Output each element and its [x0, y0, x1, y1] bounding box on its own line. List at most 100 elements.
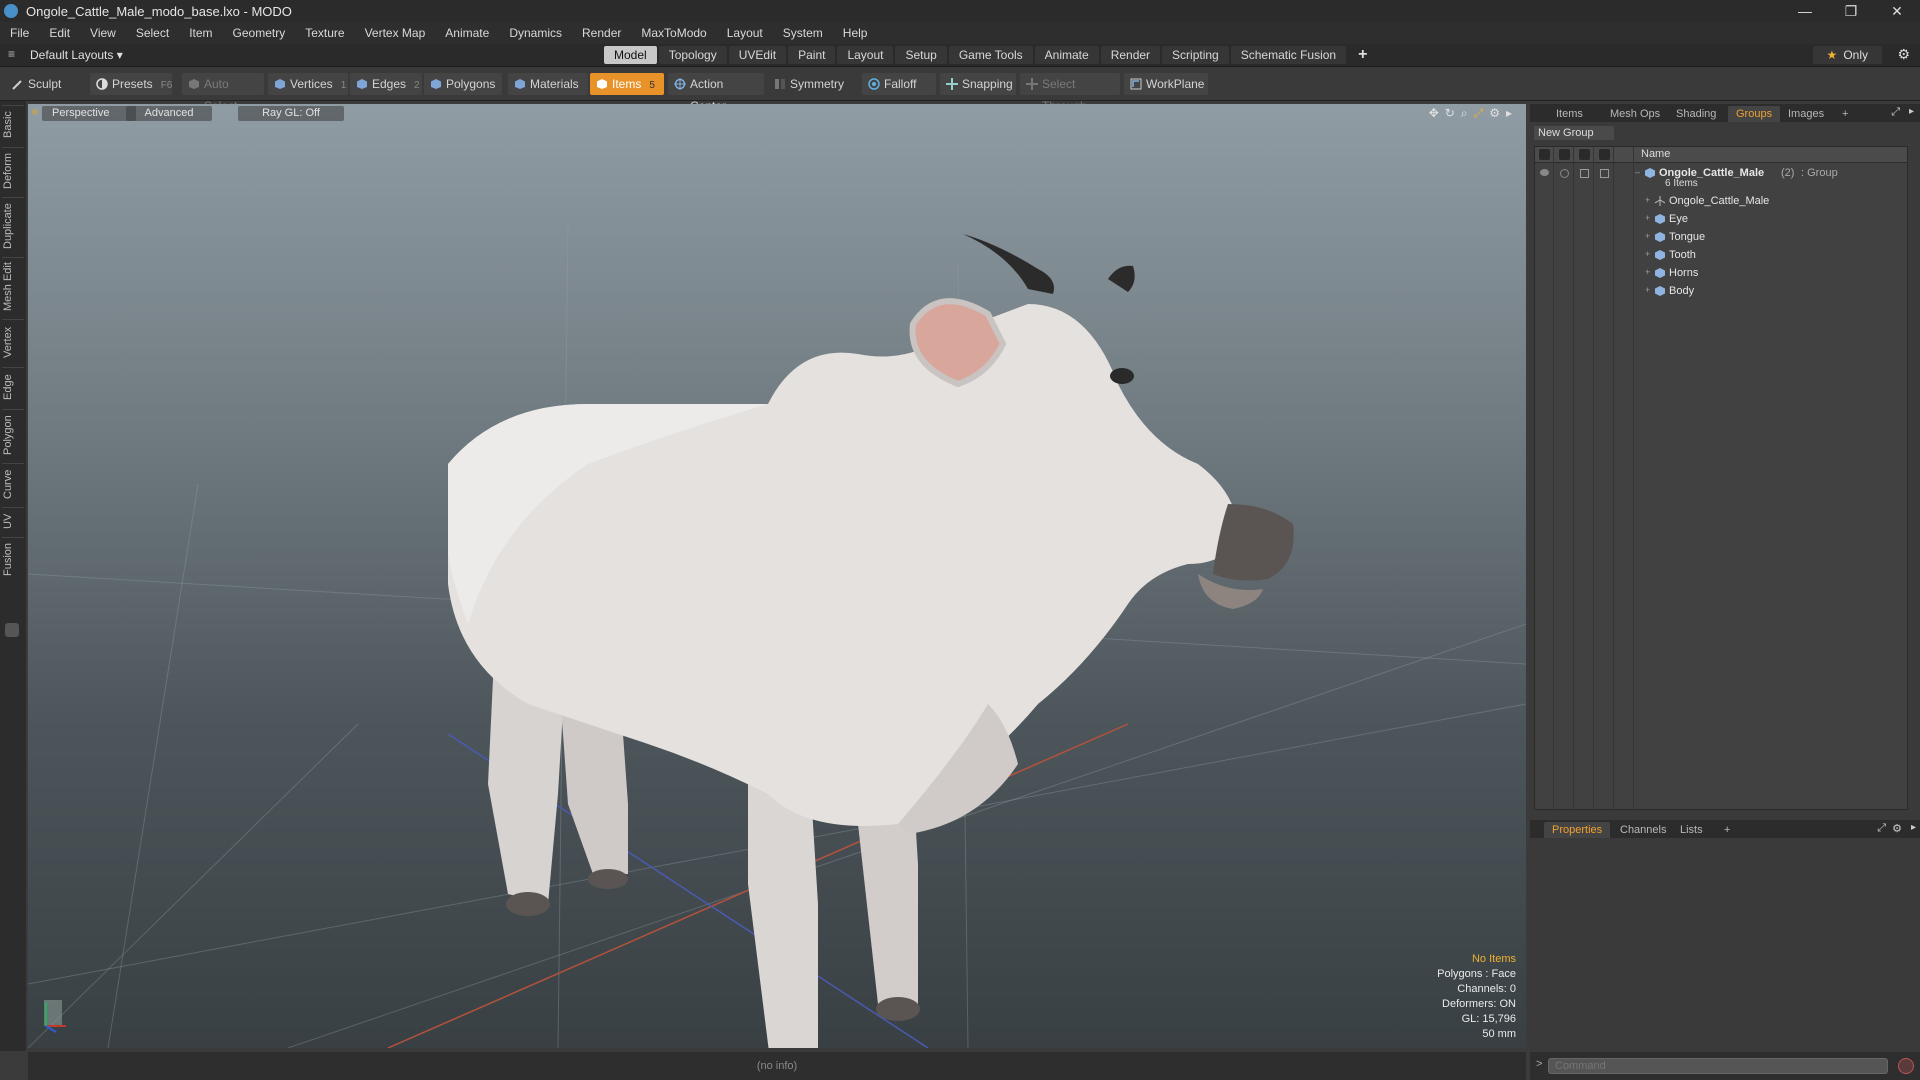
- group-render-icon[interactable]: [1560, 169, 1569, 178]
- close-button[interactable]: ✕: [1874, 0, 1920, 22]
- expand-panel-icon[interactable]: ⤢: [1891, 106, 1900, 119]
- menu-help[interactable]: Help: [833, 22, 878, 44]
- tab-mesh-ops[interactable]: Mesh Ops: [1602, 106, 1668, 122]
- left-panel-toggle-icon[interactable]: [5, 623, 19, 637]
- view-menu-arrow-icon[interactable]: ▸: [1506, 106, 1512, 121]
- tab-game-tools[interactable]: Game Tools: [948, 46, 1033, 64]
- sculpt-button[interactable]: Sculpt: [6, 73, 86, 95]
- vtab-edge[interactable]: Edge: [2, 367, 24, 406]
- tree-expand-icon[interactable]: +: [1645, 213, 1650, 223]
- presets-button[interactable]: Presets F6: [90, 73, 172, 95]
- tree-item-row[interactable]: + Horns: [1535, 265, 1907, 283]
- tab-channels[interactable]: Channels: [1612, 822, 1674, 838]
- tab-properties[interactable]: Properties: [1544, 822, 1611, 838]
- materials-button[interactable]: Materials: [508, 73, 588, 95]
- add-tab-button[interactable]: +: [1348, 46, 1377, 64]
- cattle-model[interactable]: [448, 234, 1294, 1048]
- tree-expand-icon[interactable]: +: [1645, 267, 1650, 277]
- group-row[interactable]: – Ongole_Cattle_Male (2) : Group 6 Items: [1535, 165, 1907, 191]
- tree-item-row[interactable]: + Eye: [1535, 211, 1907, 229]
- properties-gear-icon[interactable]: ⚙: [1892, 822, 1902, 835]
- tab-scripting[interactable]: Scripting: [1162, 46, 1229, 64]
- perspective-button[interactable]: Perspective: [42, 106, 136, 121]
- vtab-curve[interactable]: Curve: [2, 463, 24, 504]
- view-gear-icon[interactable]: ⚙: [1489, 106, 1500, 121]
- snapping-button[interactable]: Snapping: [940, 73, 1016, 95]
- menu-dynamics[interactable]: Dynamics: [499, 22, 572, 44]
- vtab-basic[interactable]: Basic: [2, 105, 24, 144]
- tab-render[interactable]: Render: [1100, 46, 1161, 64]
- tree-item-row[interactable]: + Tooth: [1535, 247, 1907, 265]
- restore-button[interactable]: ❐: [1828, 0, 1874, 22]
- select-through-button[interactable]: Select Through: [1020, 73, 1120, 113]
- items-button[interactable]: Items 5: [590, 73, 664, 95]
- tab-groups[interactable]: Groups: [1728, 106, 1781, 122]
- vtab-deform[interactable]: Deform: [2, 147, 24, 194]
- vtab-fusion[interactable]: Fusion: [2, 537, 24, 580]
- visibility-column-icon[interactable]: [1539, 149, 1550, 160]
- tab-schematic-fusion[interactable]: Schematic Fusion: [1230, 46, 1347, 64]
- action-center-button[interactable]: Action Center: [668, 73, 764, 113]
- tree-expand-icon[interactable]: +: [1645, 231, 1650, 241]
- tab-items[interactable]: Items: [1548, 106, 1591, 122]
- properties-menu-arrow-icon[interactable]: ▸: [1911, 822, 1916, 833]
- tab-images[interactable]: Images: [1780, 106, 1832, 122]
- polygons-button[interactable]: Polygons: [424, 73, 502, 95]
- viewport-options-icon[interactable]: [32, 109, 38, 115]
- symmetry-button[interactable]: Symmetry: [768, 73, 852, 95]
- fit-view-icon[interactable]: ⤢: [1474, 106, 1484, 121]
- tab-lists[interactable]: Lists: [1672, 822, 1711, 838]
- vtab-uv[interactable]: UV: [2, 507, 24, 534]
- menu-file[interactable]: File: [0, 22, 39, 44]
- vertices-button[interactable]: Vertices 1: [268, 73, 348, 95]
- rotate-view-icon[interactable]: ↻: [1445, 106, 1455, 121]
- menu-render[interactable]: Render: [572, 22, 631, 44]
- vtab-vertex[interactable]: Vertex: [2, 319, 24, 364]
- tab-setup[interactable]: Setup: [895, 46, 947, 64]
- move-view-icon[interactable]: ✥: [1429, 106, 1439, 121]
- vtab-polygon[interactable]: Polygon: [2, 409, 24, 460]
- add-bottom-tab-button[interactable]: +: [1716, 822, 1738, 838]
- tab-uvedit[interactable]: UVEdit: [728, 46, 787, 64]
- auto-select-button[interactable]: Auto Select: [182, 73, 264, 113]
- select-column-icon[interactable]: [1599, 149, 1610, 160]
- minimize-button[interactable]: —: [1782, 0, 1828, 22]
- tab-layout[interactable]: Layout: [837, 46, 894, 64]
- tree-expand-icon[interactable]: +: [1645, 195, 1650, 205]
- render-column-icon[interactable]: [1559, 149, 1570, 160]
- panel-menu-arrow-icon[interactable]: ▸: [1909, 106, 1914, 117]
- tree-expand-icon[interactable]: +: [1645, 285, 1650, 295]
- name-column-header[interactable]: Name: [1641, 148, 1670, 160]
- menu-vertex-map[interactable]: Vertex Map: [355, 22, 436, 44]
- tree-item-row[interactable]: + Ongole_Cattle_Male: [1535, 193, 1907, 211]
- group-lock-checkbox[interactable]: [1580, 169, 1589, 178]
- raygl-button[interactable]: Ray GL: Off: [238, 106, 344, 121]
- menu-edit[interactable]: Edit: [39, 22, 80, 44]
- menu-geometry[interactable]: Geometry: [223, 22, 296, 44]
- workplane-button[interactable]: WorkPlane: [1124, 73, 1208, 95]
- menu-maxtomodo[interactable]: MaxToModo: [631, 22, 716, 44]
- vtab-mesh-edit[interactable]: Mesh Edit: [2, 257, 24, 316]
- group-visibility-icon[interactable]: [1540, 169, 1549, 176]
- tab-topology[interactable]: Topology: [658, 46, 727, 64]
- tab-paint[interactable]: Paint: [788, 46, 836, 64]
- new-group-button[interactable]: New Group: [1534, 126, 1614, 140]
- vtab-duplicate[interactable]: Duplicate: [2, 197, 24, 254]
- tree-item-row[interactable]: + Body: [1535, 283, 1907, 301]
- 3d-viewport[interactable]: Perspective Advanced Ray GL: Off ✥ ↻ ⌕ ⤢…: [28, 104, 1526, 1048]
- menu-select[interactable]: Select: [126, 22, 179, 44]
- menu-texture[interactable]: Texture: [295, 22, 354, 44]
- edges-button[interactable]: Edges 2: [350, 73, 422, 95]
- expand-properties-icon[interactable]: ⤢: [1877, 822, 1886, 835]
- tab-model[interactable]: Model: [604, 46, 657, 64]
- layout-selector[interactable]: Default Layouts ▾: [30, 44, 123, 66]
- group-select-checkbox[interactable]: [1600, 169, 1609, 178]
- command-history-icon[interactable]: [1898, 1058, 1914, 1074]
- menu-layout[interactable]: Layout: [717, 22, 773, 44]
- only-button[interactable]: ★ Only: [1812, 46, 1882, 64]
- zoom-view-icon[interactable]: ⌕: [1461, 106, 1468, 121]
- menu-item[interactable]: Item: [179, 22, 222, 44]
- advanced-button[interactable]: Advanced: [126, 106, 212, 121]
- tree-item-row[interactable]: + Tongue: [1535, 229, 1907, 247]
- command-input[interactable]: [1548, 1058, 1888, 1074]
